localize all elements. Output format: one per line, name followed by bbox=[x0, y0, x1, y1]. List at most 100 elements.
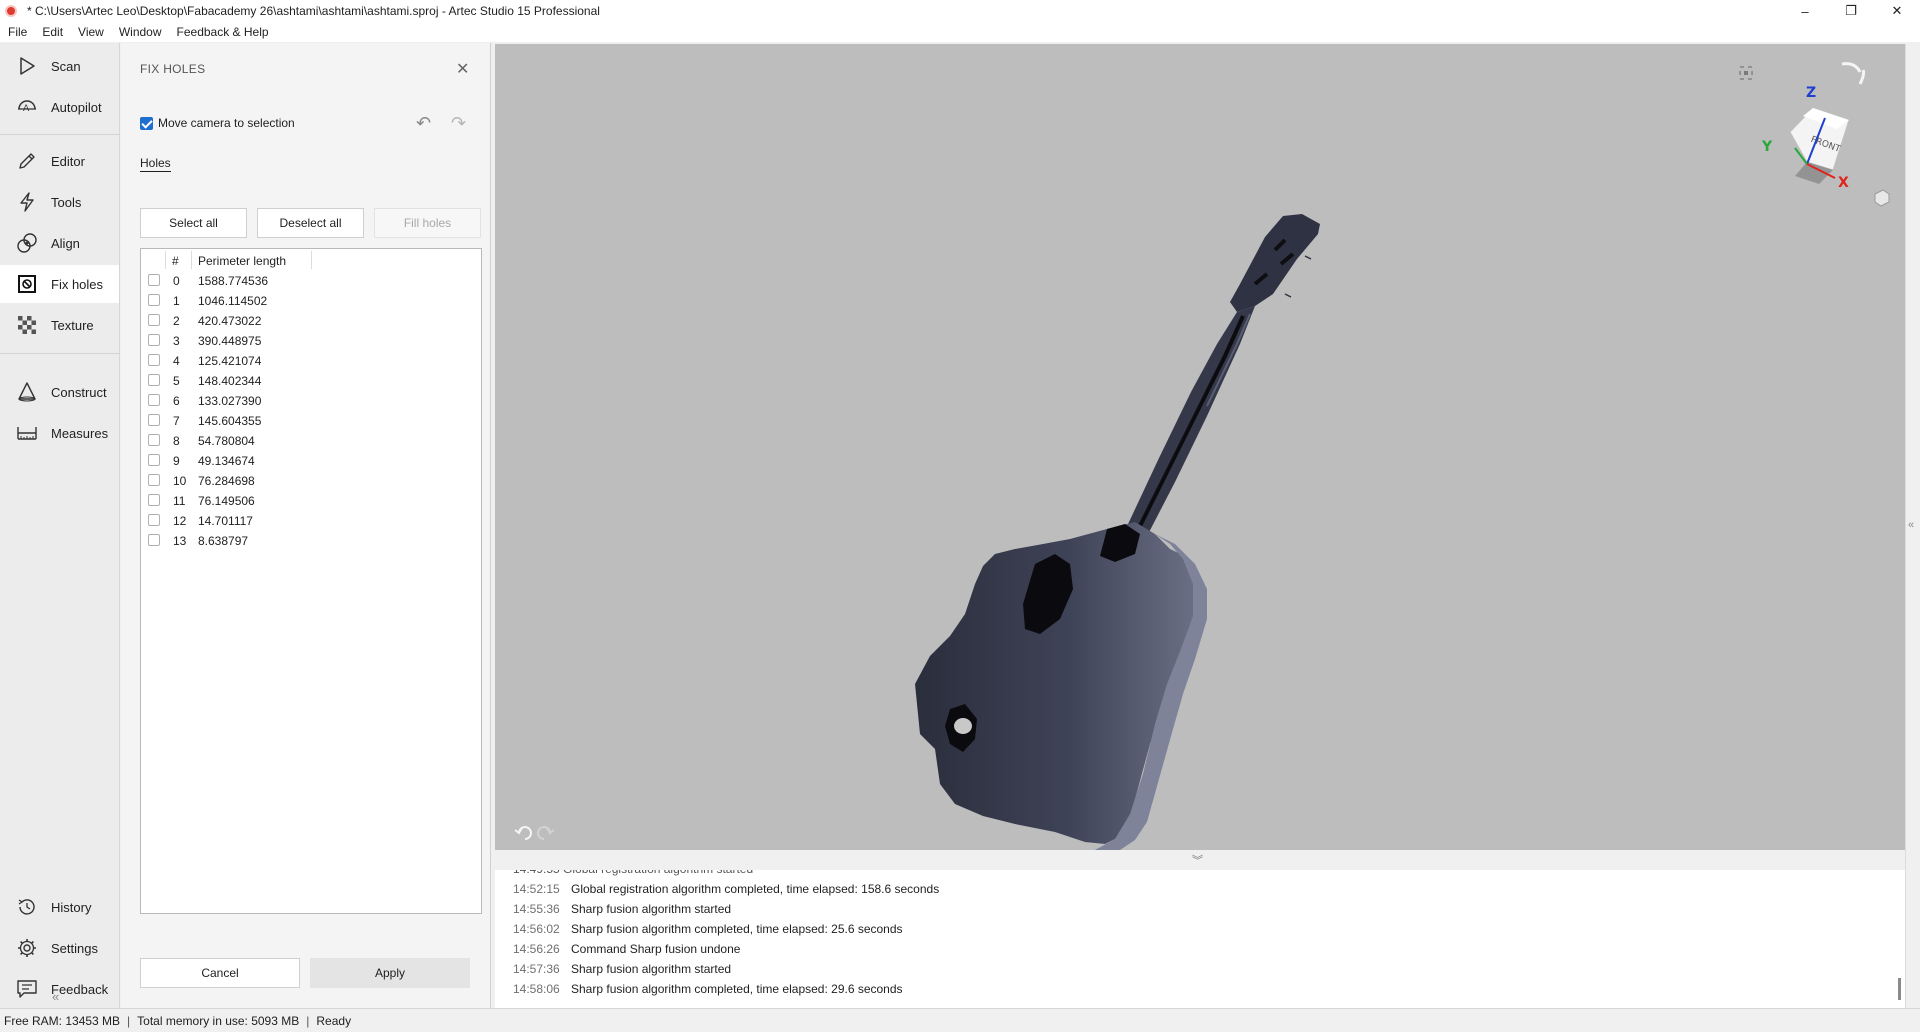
sidebar-item-texture[interactable]: Texture bbox=[0, 306, 119, 344]
collapse-sidebar-icon[interactable]: « bbox=[52, 989, 59, 1004]
log-time: 14:57:36 bbox=[513, 962, 560, 976]
sidebar-item-label: Construct bbox=[51, 384, 107, 400]
cancel-button[interactable]: Cancel bbox=[140, 958, 300, 988]
sidebar-item-settings[interactable]: Settings bbox=[0, 929, 119, 967]
fix-holes-icon bbox=[15, 272, 39, 296]
sidebar-item-scan[interactable]: Scan bbox=[0, 47, 119, 85]
align-icon bbox=[15, 231, 39, 255]
menu-view[interactable]: View bbox=[78, 25, 104, 39]
row-checkbox[interactable] bbox=[148, 274, 160, 286]
collapse-log-icon[interactable]: ︾ bbox=[1192, 852, 1203, 868]
table-row[interactable]: 1 1046.114502 bbox=[141, 291, 481, 311]
table-row[interactable]: 13 8.638797 bbox=[141, 531, 481, 551]
select-all-button[interactable]: Select all bbox=[140, 208, 247, 238]
sidebar-divider bbox=[0, 134, 119, 135]
table-row[interactable]: 9 49.134674 bbox=[141, 451, 481, 471]
right-collapse-strip[interactable]: « bbox=[1905, 44, 1920, 1008]
hole-perimeter: 390.448975 bbox=[198, 334, 262, 348]
sidebar-item-feedback[interactable]: Feedback bbox=[0, 970, 119, 1008]
row-checkbox[interactable] bbox=[148, 314, 160, 326]
sidebar-item-tools[interactable]: Tools bbox=[0, 183, 119, 221]
close-window-button[interactable]: ✕ bbox=[1874, 0, 1920, 22]
move-camera-checkbox[interactable] bbox=[140, 116, 153, 130]
sidebar-item-autopilot[interactable]: A Autopilot bbox=[0, 88, 119, 126]
table-row[interactable]: 0 1588.774536 bbox=[141, 271, 481, 291]
sidebar-item-measures[interactable]: Measures bbox=[0, 414, 119, 452]
hole-number: 1 bbox=[173, 294, 180, 308]
rotate-view-icon[interactable] bbox=[1841, 62, 1866, 85]
app-state-status: Ready bbox=[316, 1013, 352, 1028]
log-time: 14:52:15 bbox=[513, 882, 560, 896]
holes-table: # Perimeter length 0 1588.774536 1 1046.11… bbox=[140, 248, 482, 914]
table-row[interactable]: 2 420.473022 bbox=[141, 311, 481, 331]
table-row[interactable]: 3 390.448975 bbox=[141, 331, 481, 351]
restore-button[interactable]: ❐ bbox=[1828, 0, 1874, 22]
close-panel-icon[interactable]: ✕ bbox=[456, 59, 469, 79]
table-row[interactable]: 11 76.149506 bbox=[141, 491, 481, 511]
pencil-icon bbox=[15, 149, 39, 173]
view-cube[interactable]: FRONT bbox=[1789, 107, 1850, 184]
column-header-number[interactable]: # bbox=[172, 254, 179, 268]
sidebar-item-label: Fix holes bbox=[51, 276, 104, 292]
row-checkbox[interactable] bbox=[148, 434, 160, 446]
fill-holes-button[interactable]: Fill holes bbox=[374, 208, 481, 238]
sidebar-item-align[interactable]: Align bbox=[0, 224, 119, 262]
minimize-button[interactable]: – bbox=[1782, 0, 1828, 22]
apply-button[interactable]: Apply bbox=[310, 958, 470, 988]
play-triangle-icon bbox=[15, 54, 39, 78]
panel-undo-icon[interactable]: ↶ bbox=[416, 113, 431, 134]
hole-number: 9 bbox=[173, 454, 180, 468]
deselect-all-button[interactable]: Deselect all bbox=[257, 208, 364, 238]
menu-window[interactable]: Window bbox=[119, 25, 162, 39]
small-cube-icon[interactable] bbox=[1874, 189, 1890, 207]
row-checkbox[interactable] bbox=[148, 534, 160, 546]
row-checkbox[interactable] bbox=[148, 474, 160, 486]
log-time: 14:58:06 bbox=[513, 982, 560, 996]
menu-feedback-help[interactable]: Feedback & Help bbox=[177, 25, 269, 39]
viewport-undo-icon[interactable] bbox=[514, 826, 532, 840]
move-camera-label: Move camera to selection bbox=[158, 116, 295, 130]
sidebar-item-construct[interactable]: Construct bbox=[0, 373, 119, 411]
menu-edit[interactable]: Edit bbox=[42, 25, 63, 39]
row-checkbox[interactable] bbox=[148, 334, 160, 346]
zoom-fit-icon[interactable] bbox=[1739, 66, 1753, 80]
viewport-redo-icon[interactable] bbox=[537, 826, 555, 840]
table-row[interactable]: 8 54.780804 bbox=[141, 431, 481, 451]
table-row[interactable]: 6 133.027390 bbox=[141, 391, 481, 411]
log-time: 14:56:26 bbox=[513, 942, 560, 956]
row-checkbox[interactable] bbox=[148, 294, 160, 306]
row-checkbox[interactable] bbox=[148, 394, 160, 406]
log-splitter[interactable]: ︾ bbox=[495, 852, 1905, 870]
history-icon bbox=[15, 895, 39, 919]
log-line: 14:52:15 Global registration algorithm co… bbox=[513, 882, 939, 902]
row-checkbox[interactable] bbox=[148, 354, 160, 366]
row-checkbox[interactable] bbox=[148, 514, 160, 526]
table-row[interactable]: 7 145.604355 bbox=[141, 411, 481, 431]
sidebar-item-fix-holes[interactable]: Fix holes bbox=[0, 265, 119, 303]
status-bar: Free RAM: 13453 MB | Total memory in use… bbox=[0, 1008, 1920, 1032]
table-row[interactable]: 12 14.701117 bbox=[141, 511, 481, 531]
panel-redo-icon[interactable]: ↷ bbox=[451, 113, 466, 134]
guitar-mesh[interactable] bbox=[915, 214, 1320, 850]
log-scrollbar[interactable] bbox=[1898, 978, 1901, 1000]
sidebar-item-editor[interactable]: Editor bbox=[0, 142, 119, 180]
sidebar-item-label: Editor bbox=[51, 153, 85, 169]
move-camera-option[interactable]: Move camera to selection bbox=[140, 116, 295, 130]
hole-perimeter: 1046.114502 bbox=[198, 294, 268, 308]
title-bar: * C:\Users\Artec Leo\Desktop\Fabacademy … bbox=[0, 0, 1920, 22]
row-checkbox[interactable] bbox=[148, 494, 160, 506]
sidebar-item-history[interactable]: History bbox=[0, 888, 119, 926]
row-checkbox[interactable] bbox=[148, 454, 160, 466]
log-message: Sharp fusion algorithm completed, time e… bbox=[571, 982, 903, 996]
row-checkbox[interactable] bbox=[148, 374, 160, 386]
3d-viewport[interactable]: FRONT Z X Y bbox=[495, 44, 1905, 850]
table-row[interactable]: 5 148.402344 bbox=[141, 371, 481, 391]
tab-holes[interactable]: Holes bbox=[140, 156, 171, 172]
lightning-icon bbox=[15, 190, 39, 214]
table-row[interactable]: 10 76.284698 bbox=[141, 471, 481, 491]
column-header-perimeter[interactable]: Perimeter length bbox=[198, 254, 286, 268]
row-checkbox[interactable] bbox=[148, 414, 160, 426]
table-row[interactable]: 4 125.421074 bbox=[141, 351, 481, 371]
expand-right-panel-icon[interactable]: « bbox=[1908, 519, 1914, 531]
menu-file[interactable]: File bbox=[8, 25, 27, 39]
